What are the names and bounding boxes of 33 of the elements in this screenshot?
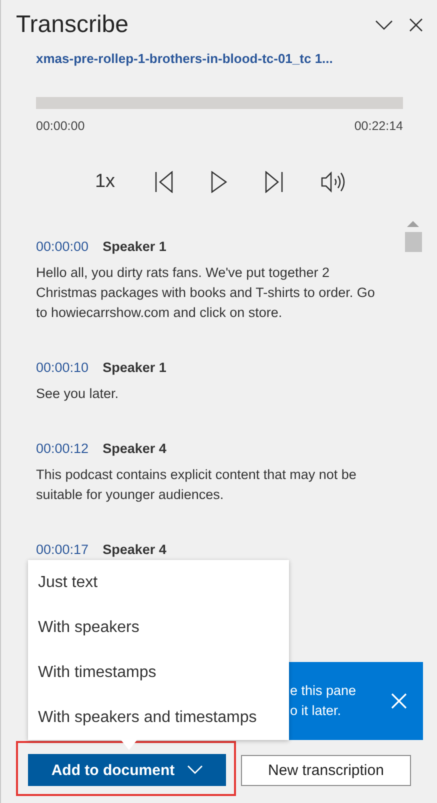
timestamp-link[interactable]: 00:00:12	[36, 441, 89, 456]
transcript-text: This podcast contains explicit content that may not be suitable for younger audiences.	[36, 466, 358, 504]
transcript-text: Hello all, you dirty rats fans. We've put together 2 Christmas packages with books and T-shirts to order. Go to howiecarrshow.com and click on store.	[36, 264, 376, 322]
speaker-label: Speaker 1	[102, 360, 166, 375]
transcript-text: See you later.	[36, 385, 120, 403]
skip-back-icon[interactable]	[154, 171, 174, 193]
pane-title: Transcribe	[16, 11, 130, 39]
new-transcription-button[interactable]: New transcription	[241, 755, 411, 786]
speed-button[interactable]: 1x	[92, 171, 118, 193]
skip-forward-icon[interactable]	[264, 171, 284, 193]
scrollbar-thumb[interactable]	[404, 232, 422, 252]
elapsed-time: 00:00:00	[36, 119, 85, 133]
notification-text: e this pane	[290, 682, 358, 700]
notification-text: o it later.	[290, 702, 342, 720]
menu-item[interactable]: With timestamps	[28, 650, 289, 695]
speaker-label: Speaker 4	[102, 441, 166, 456]
chevron-down-icon	[186, 765, 203, 775]
timestamp-link[interactable]: 00:00:17	[36, 542, 89, 557]
add-to-document-button[interactable]: Add to document	[28, 754, 226, 786]
play-icon[interactable]	[210, 171, 228, 193]
menu-item[interactable]: With speakers	[28, 605, 289, 650]
speaker-label: Speaker 4	[102, 542, 166, 557]
volume-icon[interactable]	[320, 171, 346, 193]
file-name-link[interactable]: xmas-pre-rollep-1-brothers-in-blood-tc-01_tc 1...	[36, 51, 437, 66]
speaker-label: Speaker 1	[102, 239, 166, 254]
menu-item[interactable]: With speakers and timestamps	[28, 695, 289, 740]
total-time: 00:22:14	[354, 119, 403, 133]
progress-track[interactable]	[36, 97, 403, 109]
timestamp-link[interactable]: 00:00:00	[36, 239, 89, 254]
chevron-down-icon[interactable]	[375, 19, 393, 31]
menu-item[interactable]: Just text	[28, 560, 289, 605]
close-icon[interactable]	[409, 18, 423, 32]
timestamp-link[interactable]: 00:00:10	[36, 360, 89, 375]
